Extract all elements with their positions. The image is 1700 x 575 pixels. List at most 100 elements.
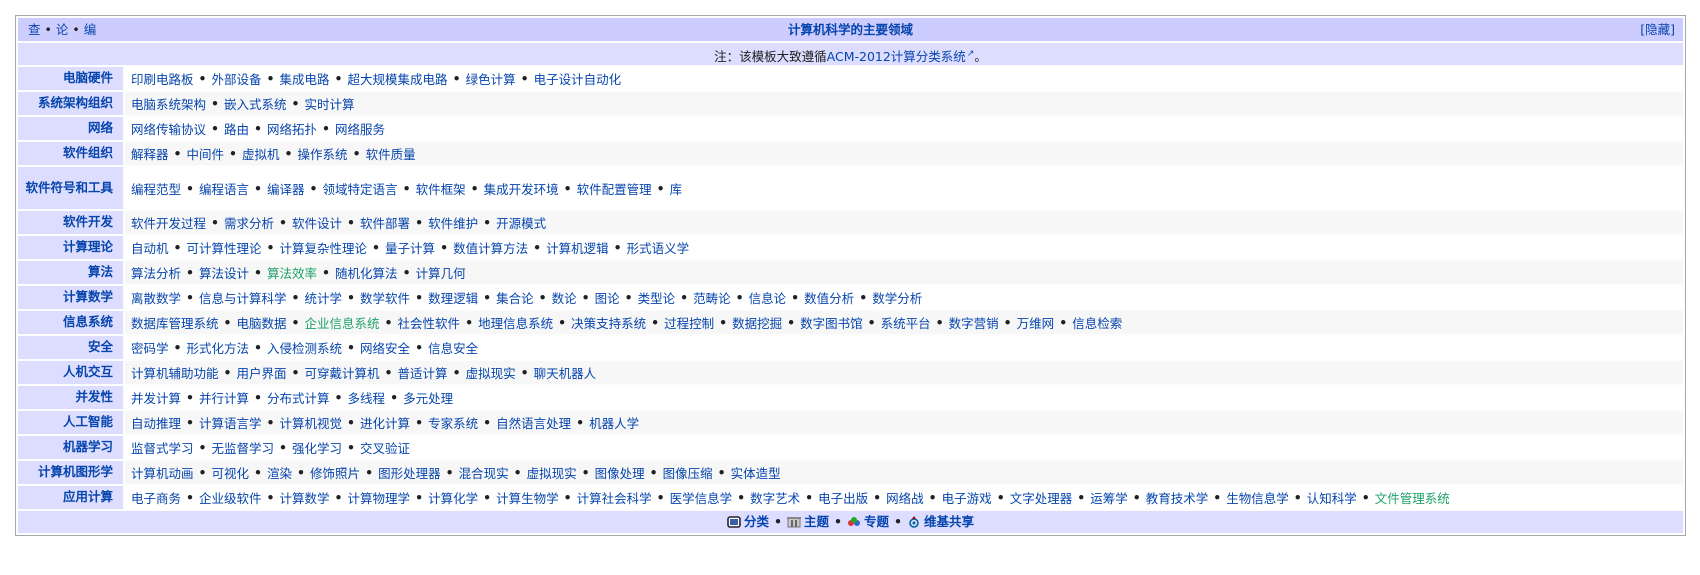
footer-item-commons[interactable]: 维基共享 [907,511,974,533]
list-item-link[interactable]: 操作系统 [298,144,348,163]
list-item-link[interactable]: 集合论 [496,288,534,307]
list-item-link[interactable]: 数学分析 [872,288,922,307]
group-label[interactable]: 信息系统 [18,311,123,334]
list-item-link[interactable]: 分布式计算 [267,388,330,407]
list-item-link[interactable]: 多元处理 [403,388,453,407]
list-item-link[interactable]: 数字营销 [949,313,999,332]
list-item-link[interactable]: 图像压缩 [663,463,713,482]
list-item-link[interactable]: 网络拓扑 [267,119,317,138]
list-item-link[interactable]: 计算机逻辑 [546,238,609,257]
hide-toggle[interactable]: [隐藏] [1640,18,1675,41]
list-item-link[interactable]: 软件质量 [366,144,416,163]
list-item-link[interactable]: 算法设计 [199,263,249,282]
list-item-link[interactable]: 图形处理器 [378,463,441,482]
list-item-link[interactable]: 系统平台 [881,313,931,332]
list-item-link[interactable]: 范畴论 [693,288,731,307]
list-item-link[interactable]: 运筹学 [1090,488,1128,507]
list-item-link[interactable]: 修饰照片 [310,463,360,482]
list-item-link[interactable]: 实时计算 [305,94,355,113]
group-label[interactable]: 人机交互 [18,361,123,384]
list-item-link[interactable]: 电脑数据 [237,313,287,332]
list-item-link[interactable]: 决策支持系统 [571,313,646,332]
list-item-link[interactable]: 网络安全 [360,338,410,357]
list-item-link[interactable]: 信息与计算科学 [199,288,287,307]
list-item-link[interactable]: 多线程 [348,388,386,407]
list-item-link[interactable]: 嵌入式系统 [224,94,287,113]
list-item-link[interactable]: 专家系统 [428,413,478,432]
list-item-link[interactable]: 虚拟机 [242,144,280,163]
list-item-link[interactable]: 软件维护 [428,213,478,232]
list-item-link[interactable]: 类型论 [638,288,676,307]
list-item-link[interactable]: 数据挖掘 [732,313,782,332]
list-item-link[interactable]: 算法分析 [131,263,181,282]
list-item-link[interactable]: 自然语言处理 [496,413,571,432]
list-item-link[interactable]: 软件框架 [416,179,466,198]
list-item-link[interactable]: 用户界面 [237,363,287,382]
group-label[interactable]: 应用计算 [18,486,123,509]
list-item-link[interactable]: 数值分析 [804,288,854,307]
list-item-link[interactable]: 并发计算 [131,388,181,407]
list-item-link[interactable]: 可计算性理论 [187,238,262,257]
list-item-link[interactable]: 电子设计自动化 [534,69,622,88]
list-item-link[interactable]: 计算社会科学 [577,488,652,507]
list-item-link[interactable]: 外部设备 [212,69,262,88]
navbox-title-link[interactable]: 计算机科学的主要领域 [788,22,913,37]
list-item-link[interactable]: 网络战 [886,488,924,507]
list-item-link[interactable]: 无监督学习 [212,438,275,457]
list-item-link[interactable]: 印刷电路板 [131,69,194,88]
list-item-link[interactable]: 医学信息学 [670,488,733,507]
list-item-link[interactable]: 量子计算 [385,238,435,257]
list-item-link[interactable]: 教育技术学 [1146,488,1209,507]
list-item-link[interactable]: 信息安全 [428,338,478,357]
list-item-link[interactable]: 统计学 [305,288,343,307]
group-label[interactable]: 安全 [18,336,123,359]
list-item-link[interactable]: 计算复杂性理论 [280,238,368,257]
list-item-link[interactable]: 交叉验证 [360,438,410,457]
list-item-link[interactable]: 混合现实 [459,463,509,482]
group-label[interactable]: 系统架构组织 [18,92,123,115]
list-item-link[interactable]: 计算数学 [280,488,330,507]
list-item-link[interactable]: 集成电路 [280,69,330,88]
group-label[interactable]: 软件组织 [18,142,123,165]
group-label[interactable]: 网络 [18,117,123,140]
list-item-link[interactable]: 数字艺术 [750,488,800,507]
list-item-link[interactable]: 可视化 [212,463,250,482]
list-item-link[interactable]: 图论 [595,288,620,307]
list-item-link[interactable]: 地理信息系统 [478,313,553,332]
list-item-link[interactable]: 软件开发过程 [131,213,206,232]
group-label[interactable]: 计算数学 [18,286,123,309]
list-item-link[interactable]: 信息检索 [1072,313,1122,332]
list-item-link[interactable]: 计算化学 [428,488,478,507]
list-item-link[interactable]: 解释器 [131,144,169,163]
list-item-link[interactable]: 形式语义学 [627,238,690,257]
group-label[interactable]: 计算机图形学 [18,461,123,484]
list-item-link[interactable]: 编程范型 [131,179,181,198]
list-item-link[interactable]: 电脑系统架构 [131,94,206,113]
footer-item-category[interactable]: 分类 [727,511,769,533]
list-item-link[interactable]: 领域特定语言 [323,179,398,198]
footer-item-wikiproject[interactable]: 专题 [847,511,889,533]
list-item-link[interactable]: 文字处理器 [1010,488,1073,507]
list-item-link[interactable]: 路由 [224,119,249,138]
list-item-link[interactable]: 生物信息学 [1226,488,1289,507]
list-item-link[interactable]: 虚拟现实 [527,463,577,482]
list-item-link[interactable]: 社会性软件 [398,313,461,332]
list-item-link[interactable]: 图像处理 [595,463,645,482]
list-item-link[interactable]: 认知科学 [1307,488,1357,507]
list-item-link[interactable]: 数理逻辑 [428,288,478,307]
list-item-link[interactable]: 过程控制 [664,313,714,332]
group-label[interactable]: 软件开发 [18,211,123,234]
view-template-link[interactable]: 查 [28,22,41,37]
group-label[interactable]: 人工智能 [18,411,123,434]
list-item-link[interactable]: 密码学 [131,338,169,357]
list-item-link[interactable]: 数字图书馆 [800,313,863,332]
list-item-link[interactable]: 算法效率 [267,263,317,282]
list-item-link[interactable]: 超大规模集成电路 [348,69,448,88]
list-item-link[interactable]: 虚拟现实 [466,363,516,382]
group-label[interactable]: 软件符号和工具 [18,167,123,209]
acm-ccs-link[interactable]: ACM-2012计算分类系统 [827,49,966,64]
list-item-link[interactable]: 入侵检测系统 [267,338,342,357]
list-item-link[interactable]: 普适计算 [398,363,448,382]
list-item-link[interactable]: 计算机视觉 [280,413,343,432]
list-item-link[interactable]: 企业级软件 [199,488,262,507]
